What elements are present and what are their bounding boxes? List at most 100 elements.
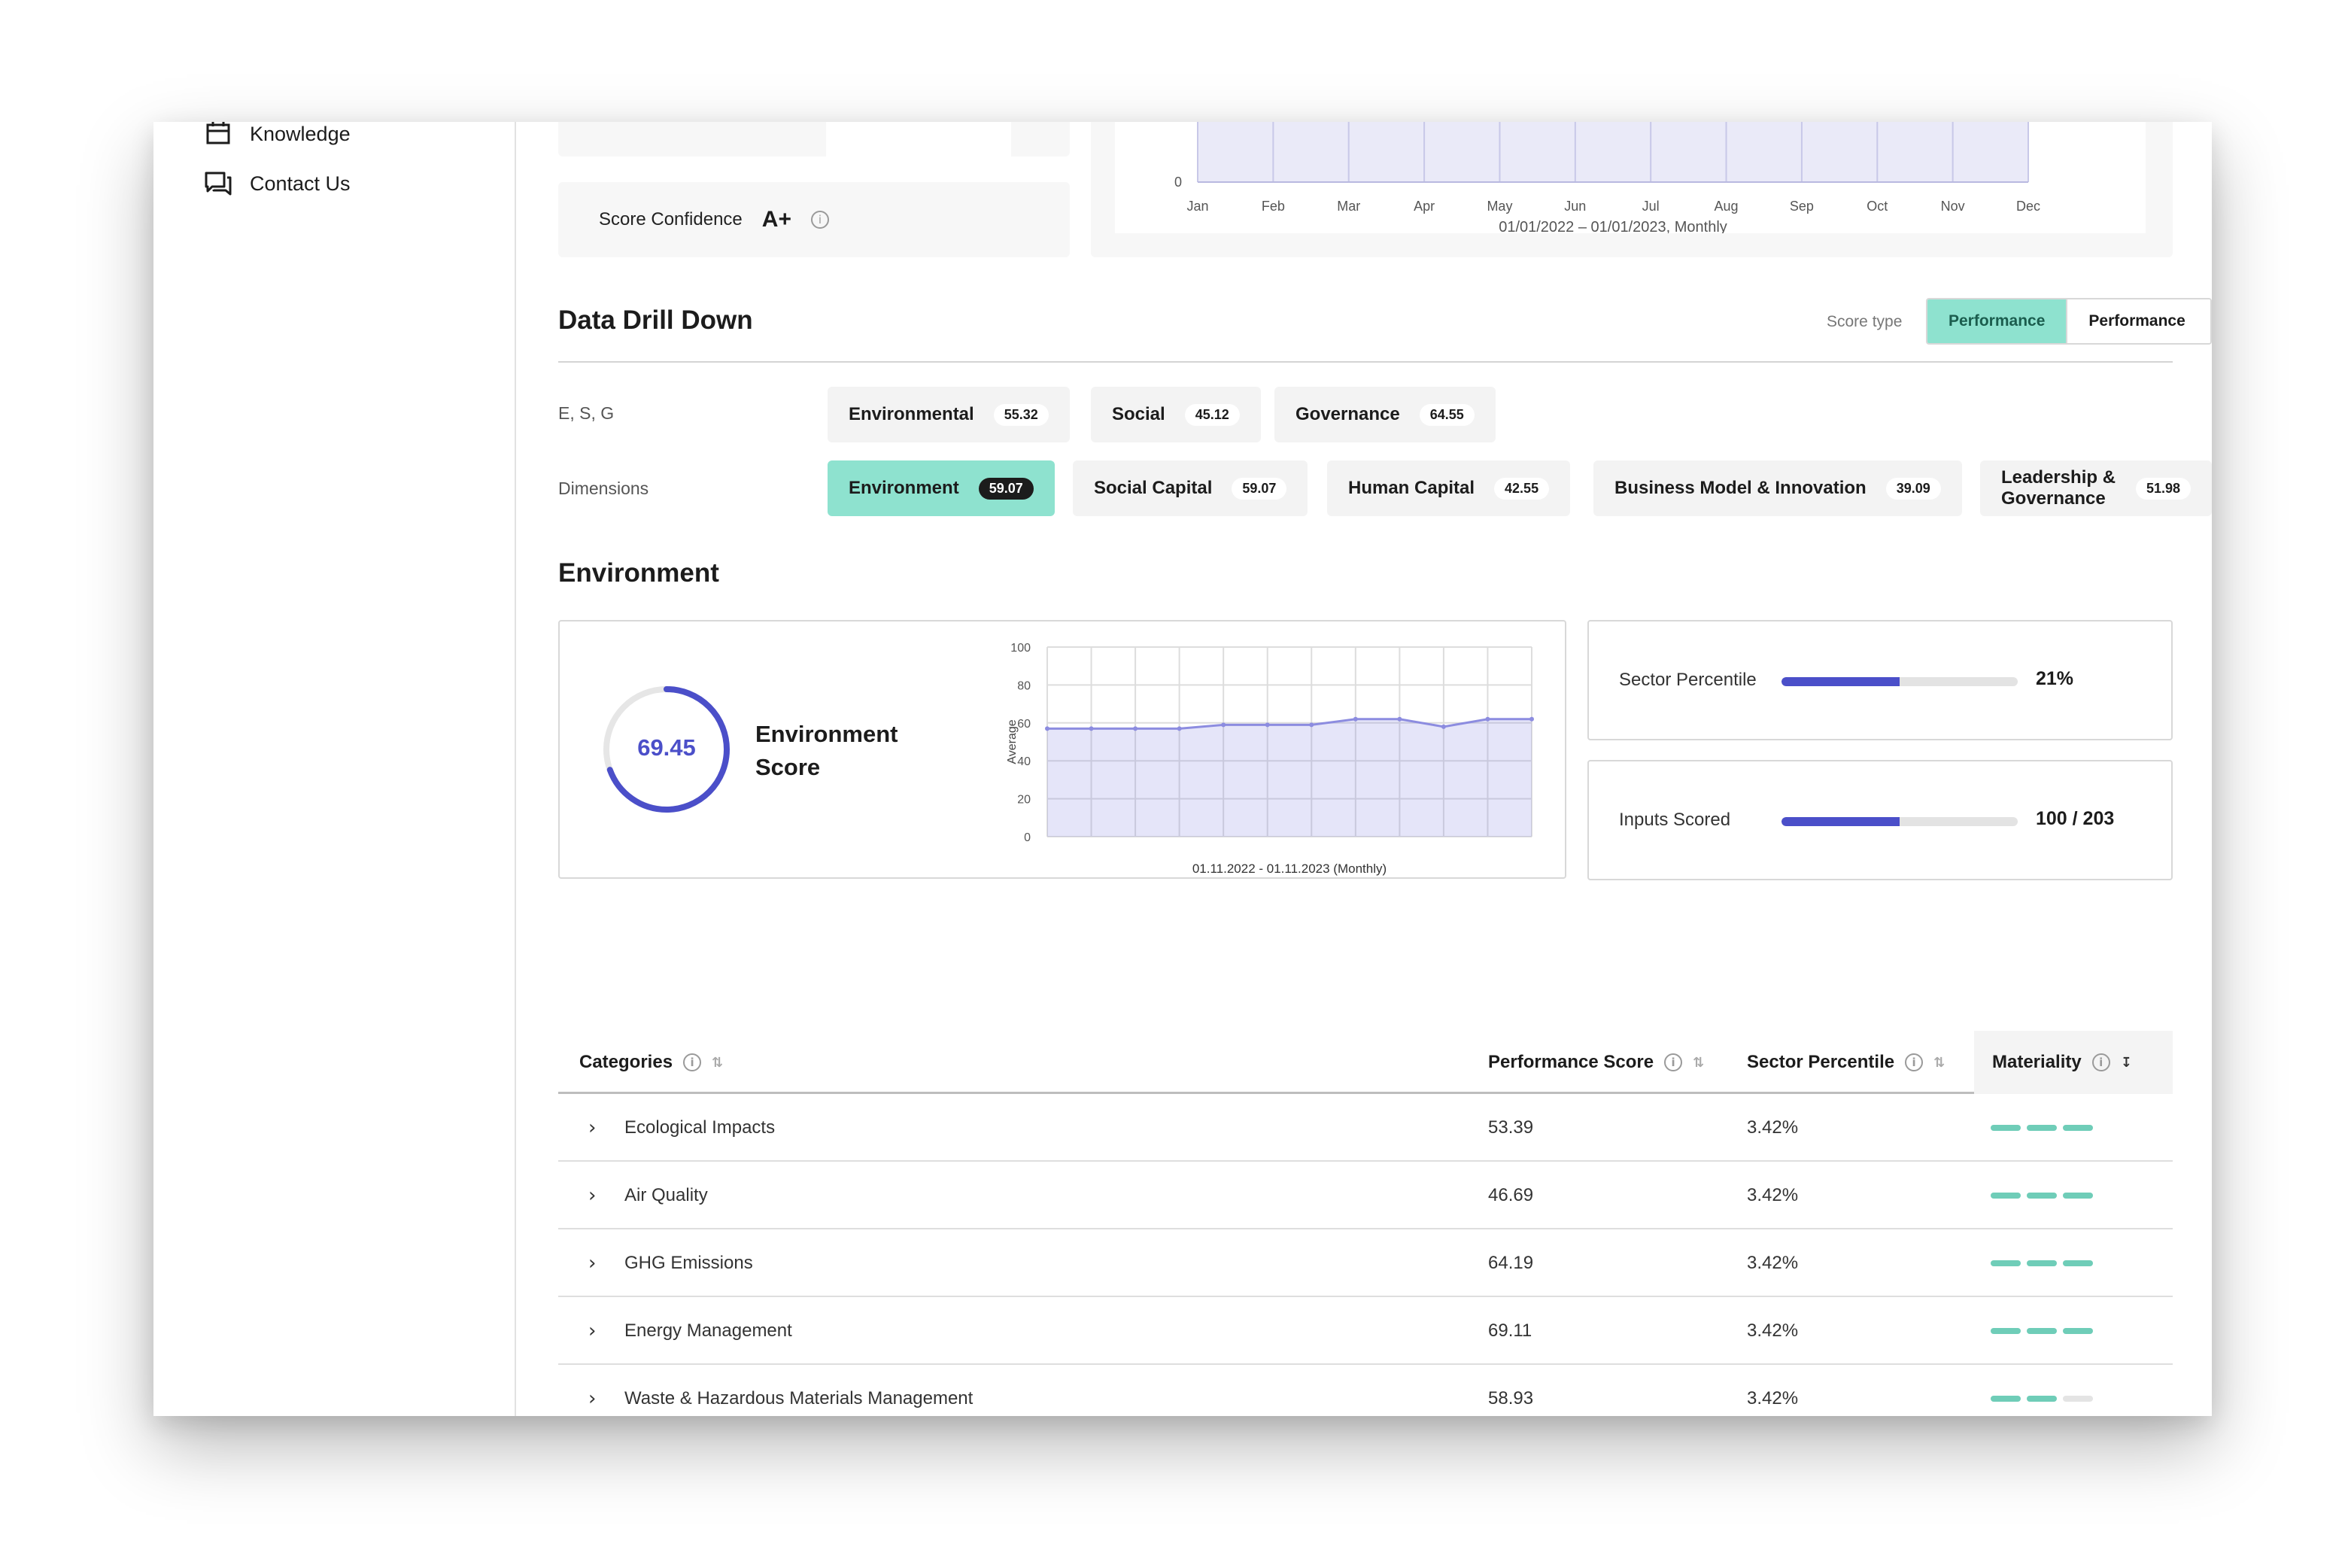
sidebar-item-knowledge[interactable]: Knowledge xyxy=(203,122,351,149)
category-name: Energy Management xyxy=(624,1320,792,1341)
environment-score-card: 69.45 Environment Score 0 20 40 60 80 100 Aver… xyxy=(558,620,1566,879)
score-confidence-grade: A+ xyxy=(761,207,791,232)
column-header-label: Materiality xyxy=(1992,1052,2082,1072)
esg-row-label: E, S, G xyxy=(558,403,615,423)
y-tick-label: 100 xyxy=(1010,642,1031,655)
sector-percentile-cell: 3.42% xyxy=(1747,1117,1799,1138)
sector-percentile-cell: 3.42% xyxy=(1747,1185,1799,1205)
pill-badge: 45.12 xyxy=(1184,403,1240,426)
esg-pill-social[interactable]: Social 45.12 xyxy=(1091,387,1261,442)
table-row[interactable]: › Waste & Hazardous Materials Management 5… xyxy=(558,1365,2173,1416)
x-tick-label: Jan xyxy=(1186,199,1208,214)
materiality-segment xyxy=(1991,1125,2021,1131)
score-summary-card xyxy=(558,122,1070,156)
plot-group: 0 20 40 60 80 100 Average 01.11.2022 - 01.11.20… xyxy=(1006,642,1534,876)
performance-score-button[interactable]: Performance Score xyxy=(1927,299,2067,343)
inputs-scored-bar-fill xyxy=(1781,817,1900,826)
sector-percentile-label: Sector Percentile xyxy=(1619,670,1757,690)
data-point xyxy=(1441,724,1446,729)
column-header-performance-score[interactable]: Performance Score i ⇅ xyxy=(1488,1031,1704,1094)
sector-percentile-cell: 3.42% xyxy=(1747,1253,1799,1273)
score-history-card: Jan Feb Mar Apr May Jun Jul Aug Sep Oct Nov Dec 0 01/… xyxy=(1091,122,2173,257)
materiality-segment xyxy=(2063,1125,2093,1131)
materiality-segment xyxy=(2027,1396,2057,1402)
pill-badge: 55.32 xyxy=(993,403,1049,426)
dimension-pill-social-capital[interactable]: Social Capital 59.07 xyxy=(1073,460,1308,516)
info-icon[interactable]: i xyxy=(683,1053,702,1071)
dimension-pill-environment[interactable]: Environment 59.07 xyxy=(828,460,1055,516)
materiality-segment xyxy=(2027,1328,2057,1334)
chevron-right-icon[interactable]: › xyxy=(588,1297,596,1365)
table-row[interactable]: › Energy Management 69.11 3.42% xyxy=(558,1297,2173,1365)
column-header-label: Sector Percentile xyxy=(1747,1052,1895,1072)
divider xyxy=(558,361,2173,363)
table-row[interactable]: › Ecological Impacts 53.39 3.42% xyxy=(558,1094,2173,1162)
dimension-pill-human-capital[interactable]: Human Capital 42.55 xyxy=(1327,460,1571,516)
x-tick-label: Feb xyxy=(1262,199,1285,214)
chevron-right-icon[interactable]: › xyxy=(588,1094,596,1162)
x-tick-label: Sep xyxy=(1790,199,1814,214)
chevron-right-icon[interactable]: › xyxy=(588,1365,596,1416)
pill-badge: 64.55 xyxy=(1419,403,1475,426)
materiality-segment xyxy=(1991,1193,2021,1199)
esg-pill-environmental[interactable]: Environmental 55.32 xyxy=(828,387,1070,442)
y-axis-label: Average xyxy=(1006,719,1019,764)
sector-percentile-card: Sector Percentile 21% xyxy=(1587,620,2173,740)
materiality-indicator xyxy=(1991,1094,2093,1162)
pill-badge: 42.55 xyxy=(1494,477,1550,500)
score-history-chart: Jan Feb Mar Apr May Jun Jul Aug Sep Oct Nov Dec 0 01/… xyxy=(1174,122,2040,233)
info-icon[interactable]: i xyxy=(2091,1053,2110,1071)
data-point xyxy=(1177,726,1182,731)
materiality-indicator xyxy=(1991,1162,2093,1229)
data-drill-down-title: Data Drill Down xyxy=(558,305,753,335)
chevron-right-icon[interactable]: › xyxy=(588,1229,596,1297)
dimension-pill-business-model[interactable]: Business Model & Innovation 39.09 xyxy=(1593,460,1962,516)
pill-badge: 59.07 xyxy=(978,477,1034,500)
dimension-pill-leadership[interactable]: Leadership & Governance 51.98 xyxy=(1980,460,2212,516)
inputs-scored-bar xyxy=(1781,817,2018,826)
app-window: Knowledge Contact Us Score Confidence A+… xyxy=(153,122,2212,1416)
category-name: Ecological Impacts xyxy=(624,1117,776,1138)
data-point xyxy=(1309,722,1314,728)
inputs-scored-label: Inputs Scored xyxy=(1619,810,1731,830)
chevron-right-icon[interactable]: › xyxy=(588,1162,596,1229)
x-tick-label: Mar xyxy=(1337,199,1360,214)
x-tick-label: Oct xyxy=(1867,199,1888,214)
calendar-icon xyxy=(206,122,230,144)
materiality-segment xyxy=(1991,1396,2021,1402)
column-header-sector-percentile[interactable]: Sector Percentile i ⇅ xyxy=(1747,1031,1945,1094)
pill-label: Environment xyxy=(849,478,959,498)
data-point xyxy=(1089,726,1094,731)
performance-score-cell: 64.19 xyxy=(1488,1253,1534,1273)
sidebar-item-label: Contact Us xyxy=(250,172,351,195)
data-point xyxy=(1221,722,1226,728)
column-header-materiality[interactable]: Materiality i ↧ xyxy=(1974,1031,2173,1094)
pill-label: Governance xyxy=(1295,404,1400,424)
info-icon[interactable]: i xyxy=(1905,1053,1924,1071)
table-row[interactable]: › Air Quality 46.69 3.42% xyxy=(558,1162,2173,1229)
performance-score-cell: 69.11 xyxy=(1488,1320,1532,1341)
performance-score-cell: 46.69 xyxy=(1488,1185,1534,1205)
sort-icon[interactable]: ⇅ xyxy=(1693,1055,1704,1071)
x-tick-label: May xyxy=(1487,199,1512,214)
sort-icon[interactable]: ⇅ xyxy=(1933,1055,1945,1071)
sector-percentile-value: 21% xyxy=(2036,668,2074,689)
info-icon[interactable]: i xyxy=(810,211,829,229)
sort-desc-icon[interactable]: ↧ xyxy=(2121,1055,2132,1071)
info-icon[interactable]: i xyxy=(1664,1053,1683,1071)
sidebar-item-label: Knowledge xyxy=(250,122,351,145)
sidebar-item-contact-us[interactable]: Contact Us xyxy=(203,169,351,199)
sort-icon[interactable]: ⇅ xyxy=(712,1055,723,1071)
y-tick-label: 20 xyxy=(1017,794,1031,807)
esg-pill-governance[interactable]: Governance 64.55 xyxy=(1274,387,1496,442)
chat-icon xyxy=(205,172,232,196)
data-point xyxy=(1133,726,1138,731)
materiality-indicator xyxy=(1991,1297,2093,1365)
data-point xyxy=(1397,716,1402,722)
table-row[interactable]: › GHG Emissions 64.19 3.42% xyxy=(558,1229,2173,1297)
category-name: Waste & Hazardous Materials Management xyxy=(624,1388,974,1408)
score-confidence-card: Score Confidence A+ i xyxy=(558,182,1070,257)
performance-score-plus-button[interactable]: Performance Score + xyxy=(2066,299,2210,343)
column-header-categories[interactable]: Categories i ⇅ xyxy=(579,1031,723,1094)
x-tick-label: Jun xyxy=(1564,199,1586,214)
